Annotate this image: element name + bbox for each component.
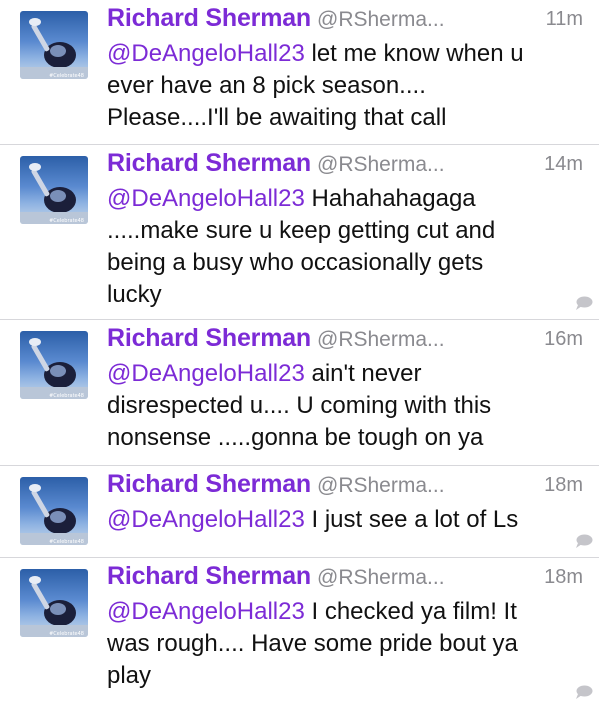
tweet-item[interactable]: #Celebrate48 Richard Sherman @RSherma... … [0, 0, 599, 145]
tweet-text-line: disrespected u.... U coming with this [107, 392, 492, 419]
tweet-text: @DeAngeloHall23 I checked ya film! It wa… [107, 596, 585, 692]
username-handle[interactable]: @RSherma... [317, 8, 445, 31]
avatar-image: #Celebrate48 [20, 576, 88, 637]
tweet-text-line: let me know when u [304, 40, 524, 67]
timestamp: 11m [545, 8, 583, 30]
mention-link[interactable]: @DeAngeloHall23 [107, 598, 305, 625]
tweet-text-line: was rough.... Have some pride bout ya [107, 630, 518, 657]
tweet-text: @DeAngeloHall23 Hahahahagaga .....make s… [107, 183, 585, 311]
tweet-item[interactable]: #Celebrate48 Richard Sherman @RSherma... … [0, 558, 599, 708]
avatar-image: #Celebrate48 [20, 163, 88, 224]
tweet-text: @DeAngeloHall23 let me know when u ever … [107, 38, 585, 134]
tweet-text-line: play [107, 662, 152, 689]
conversation-icon[interactable] [575, 685, 593, 699]
username-handle[interactable]: @RSherma... [317, 566, 445, 589]
avatar-image: #Celebrate48 [20, 338, 88, 399]
username-handle[interactable]: @RSherma... [317, 153, 445, 176]
username-handle[interactable]: @RSherma... [317, 474, 445, 497]
display-name[interactable]: Richard Sherman [107, 149, 311, 177]
timestamp: 18m [544, 474, 583, 496]
avatar[interactable]: #Celebrate48 [20, 477, 88, 545]
avatar[interactable]: #Celebrate48 [20, 156, 88, 224]
conversation-icon[interactable] [575, 534, 593, 548]
tweet-text: @DeAngeloHall23 I just see a lot of Ls [107, 504, 585, 536]
tweet-text-line: I just see a lot of Ls [304, 506, 519, 533]
tweet-text-line: I checked ya film! It [304, 598, 517, 625]
tweet-text-line: ever have an 8 pick season.... [107, 72, 426, 99]
display-name[interactable]: Richard Sherman [107, 324, 311, 352]
tweet-text-line: Please....I'll be awaiting that call [107, 104, 447, 131]
conversation-icon[interactable] [575, 296, 593, 310]
avatar-image: #Celebrate48 [20, 484, 88, 545]
tweet-text-line: ain't never [304, 360, 422, 387]
avatar-image: #Celebrate48 [20, 18, 88, 79]
mention-link[interactable]: @DeAngeloHall23 [107, 185, 305, 212]
avatar[interactable]: #Celebrate48 [20, 331, 88, 399]
avatar[interactable]: #Celebrate48 [20, 569, 88, 637]
tweet-text-line: .....make sure u keep getting cut and [107, 217, 496, 244]
mention-link[interactable]: @DeAngeloHall23 [107, 360, 305, 387]
timestamp: 16m [544, 328, 583, 350]
timestamp: 14m [544, 153, 583, 175]
tweet-text-line: Hahahahagaga [304, 185, 476, 212]
tweet-text-line: nonsense .....gonna be tough on ya [107, 424, 484, 451]
username-handle[interactable]: @RSherma... [317, 328, 445, 351]
display-name[interactable]: Richard Sherman [107, 562, 311, 590]
avatar-caption: #Celebrate48 [49, 539, 84, 545]
mention-link[interactable]: @DeAngeloHall23 [107, 40, 305, 67]
tweet-text-line: lucky [107, 281, 162, 308]
tweet-item[interactable]: #Celebrate48 Richard Sherman @RSherma... … [0, 466, 599, 558]
avatar[interactable]: #Celebrate48 [20, 11, 88, 79]
tweet-item[interactable]: #Celebrate48 Richard Sherman @RSherma... … [0, 320, 599, 466]
display-name[interactable]: Richard Sherman [107, 470, 311, 498]
tweet-timeline: #Celebrate48 Richard Sherman @RSherma... … [0, 0, 599, 708]
avatar-caption: #Celebrate48 [49, 631, 84, 637]
display-name[interactable]: Richard Sherman [107, 4, 311, 32]
tweet-item[interactable]: #Celebrate48 Richard Sherman @RSherma... … [0, 145, 599, 320]
timestamp: 18m [544, 566, 583, 588]
mention-link[interactable]: @DeAngeloHall23 [107, 506, 305, 533]
avatar-caption: #Celebrate48 [49, 73, 84, 79]
avatar-caption: #Celebrate48 [49, 218, 84, 224]
tweet-text: @DeAngeloHall23 ain't never disrespected… [107, 358, 585, 454]
tweet-text-line: being a busy who occasionally gets [107, 249, 484, 276]
avatar-caption: #Celebrate48 [49, 393, 84, 399]
